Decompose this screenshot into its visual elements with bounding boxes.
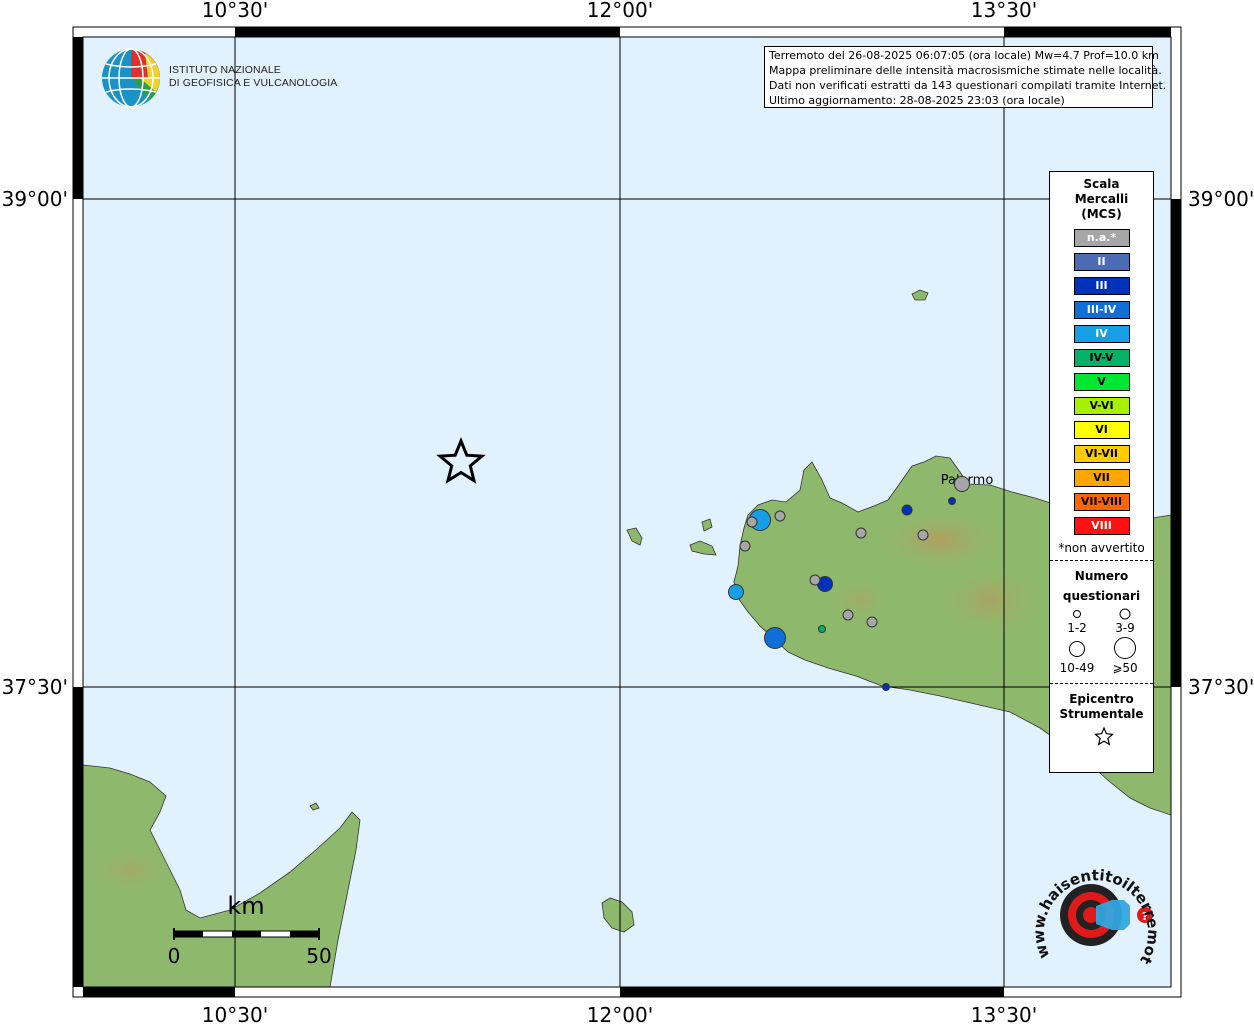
intensity-point[interactable] bbox=[818, 625, 826, 633]
epicenter-title-line: Epicentro bbox=[1069, 692, 1134, 706]
intensity-point[interactable] bbox=[948, 497, 956, 505]
intensity-swatch: V bbox=[1073, 373, 1130, 391]
intensity-swatch: IV-V bbox=[1073, 349, 1130, 367]
intensity-point[interactable] bbox=[866, 616, 878, 628]
relief-shading bbox=[930, 560, 1050, 640]
intensity-swatch: III-IV bbox=[1073, 301, 1130, 319]
scale-max: 50 bbox=[306, 944, 331, 968]
lat-label-left: 37°30' bbox=[2, 675, 68, 699]
intensity-point[interactable] bbox=[809, 574, 821, 586]
intensity-swatch: VI bbox=[1073, 421, 1130, 439]
lon-label-top: 12°00' bbox=[587, 0, 653, 22]
intensity-point[interactable] bbox=[954, 476, 970, 492]
legend-star-icon bbox=[1093, 726, 1115, 746]
ingv-globe-icon bbox=[102, 48, 161, 108]
lat-label-left: 39°00' bbox=[2, 187, 68, 211]
event-info-line: Ultimo aggiornamento: 28-08-2025 23:03 (… bbox=[769, 94, 1065, 107]
legend-title-line: (MCS) bbox=[1081, 207, 1122, 221]
intensity-point[interactable] bbox=[728, 584, 744, 600]
count-title-line: questionari bbox=[1062, 589, 1141, 603]
logo-line-2: DI GEOFISICA E VULCANOLOGIA bbox=[169, 77, 338, 89]
scale-unit: km bbox=[227, 892, 264, 920]
event-info-box: Terremoto del 26-08-2025 06:07:05 (ora l… bbox=[764, 46, 1167, 108]
legend-divider bbox=[1050, 683, 1153, 684]
ingv-logo: ISTITUTO NAZIONALE DI GEOFISICA E VULCAN… bbox=[169, 64, 337, 90]
event-info-line: Terremoto del 26-08-2025 06:07:05 (ora l… bbox=[769, 49, 1159, 62]
scale-min: 0 bbox=[168, 944, 181, 968]
intensity-swatch: IV bbox=[1073, 325, 1130, 343]
intensity-swatch: VII bbox=[1073, 469, 1130, 487]
intensity-swatch: VII-VIII bbox=[1073, 493, 1130, 511]
legend-title-line: Mercalli bbox=[1074, 192, 1129, 206]
epicenter-title-line: Strumentale bbox=[1059, 707, 1144, 721]
lon-label-bottom: 12°00' bbox=[587, 1003, 653, 1024]
size-label: 10-49 bbox=[1060, 661, 1095, 675]
size-label: ⩾50 bbox=[1112, 661, 1137, 675]
intensity-swatch: III bbox=[1073, 277, 1130, 295]
event-info-line: Dati non verificati estratti da 143 ques… bbox=[769, 79, 1167, 92]
lon-label-bottom: 13°30' bbox=[971, 1003, 1037, 1024]
lon-label-top: 10°30' bbox=[202, 0, 268, 22]
intensity-swatch: VI-VII bbox=[1073, 445, 1130, 463]
intensity-point[interactable] bbox=[746, 516, 758, 528]
intensity-point[interactable] bbox=[774, 510, 786, 522]
intensity-point[interactable] bbox=[764, 627, 786, 649]
intensity-point[interactable] bbox=[917, 529, 929, 541]
lat-label-right: 39°00' bbox=[1188, 187, 1254, 211]
count-title-line: Numero bbox=[1074, 569, 1129, 583]
lon-label-bottom: 10°30' bbox=[202, 1003, 268, 1024]
legend-title-line: Scala bbox=[1083, 177, 1120, 191]
intensity-point[interactable] bbox=[882, 683, 890, 691]
intensity-swatch: II bbox=[1073, 253, 1130, 271]
size-legend: 1-2 3-9 10-49 ⩾50 bbox=[1060, 608, 1138, 675]
intensity-point[interactable] bbox=[842, 609, 854, 621]
size-label: 3-9 bbox=[1115, 621, 1135, 635]
legend-panel: Scala Mercalli (MCS) n.a.* II III III-IV IV I… bbox=[1049, 171, 1154, 773]
lon-label-top: 13°30' bbox=[971, 0, 1037, 22]
intensity-point[interactable] bbox=[739, 540, 751, 552]
logo-line-1: ISTITUTO NAZIONALE bbox=[169, 64, 281, 76]
legend-note: *non avvertito bbox=[1058, 541, 1145, 555]
intensity-point[interactable] bbox=[901, 504, 913, 516]
intensity-swatch: n.a.* bbox=[1073, 229, 1130, 247]
lat-label-right: 37°30' bbox=[1188, 675, 1254, 699]
size-label: 1-2 bbox=[1067, 621, 1087, 635]
intensity-swatch: VIII bbox=[1073, 517, 1130, 535]
legend-divider bbox=[1050, 560, 1153, 561]
intensity-scale: n.a.* II III III-IV IV IV-V V V-VI VI VI-VII VII VI… bbox=[1050, 229, 1153, 535]
intensity-point[interactable] bbox=[855, 527, 867, 539]
event-info-line: Mappa preliminare delle intensità macros… bbox=[769, 64, 1162, 77]
intensity-swatch: V-VI bbox=[1073, 397, 1130, 415]
relief-shading bbox=[85, 840, 175, 900]
